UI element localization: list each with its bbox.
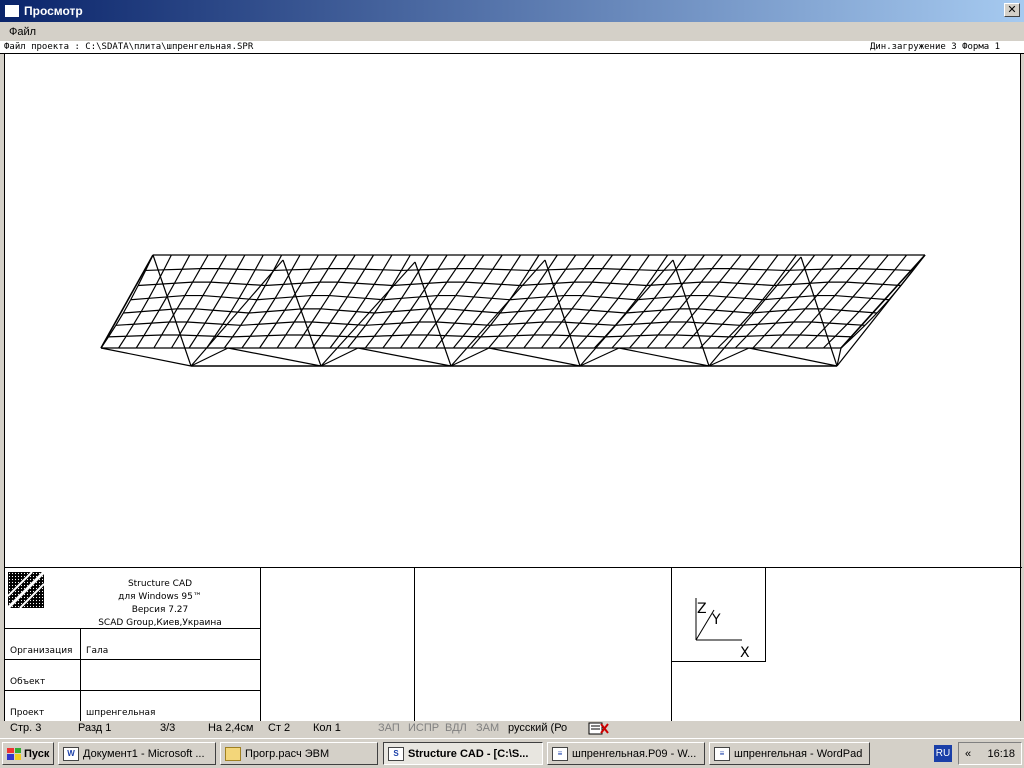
status-position: На 2,4см [208, 722, 254, 734]
status-page: Стр. 3 [10, 722, 42, 734]
taskbar-item-label: Документ1 - Microsoft ... [83, 747, 205, 760]
menu-bar: Файл [0, 22, 1024, 41]
structure-cad-icon: S [388, 746, 404, 761]
language-indicator[interactable]: RU [934, 745, 952, 762]
status-rec: ЗАП [378, 722, 400, 734]
status-section: Разд 1 [78, 722, 112, 734]
project-file-path: Файл проекта : C:\SDATA\плита\шпренгельн… [4, 42, 254, 52]
close-button[interactable]: ✕ [1004, 3, 1020, 17]
wordpad-icon: ≡ [714, 746, 730, 761]
taskbar-item-wordpad-p09[interactable]: ≡ шпренгельная.P09 - W... [547, 742, 705, 765]
program-line: Structure CAD [127, 579, 193, 589]
organization-label: Организация [10, 646, 73, 656]
taskbar: Пуск W Документ1 - Microsoft ... Прогр.р… [0, 738, 1024, 768]
scad-logo [8, 572, 44, 608]
clock: 16:18 [987, 747, 1015, 760]
status-pages-count: 3/3 [160, 722, 176, 734]
object-label: Объект [10, 677, 46, 687]
status-trk: ИСПР [408, 722, 440, 734]
organization-value: Гала [86, 646, 109, 656]
status-language: русский (Ро [508, 722, 568, 734]
folder-icon [225, 746, 241, 761]
status-ext: ВДЛ [445, 722, 467, 734]
start-label: Пуск [24, 747, 50, 760]
taskbar-item-word-document[interactable]: W Документ1 - Microsoft ... [58, 742, 216, 765]
project-label: Проект [10, 708, 45, 718]
taskbar-item-label: Прогр.расч ЭВМ [245, 747, 330, 760]
drawing-canvas[interactable]: Structure CAD для Windows 95™ Версия 7.2… [4, 54, 1022, 721]
project-value: шпренгельная [86, 708, 156, 718]
coordinate-axes-icon: Z Y X [695, 598, 750, 661]
taskbar-item-label: шпренгельная.P09 - W... [572, 747, 697, 760]
axis-y-label: Y [711, 612, 721, 628]
program-line: Версия 7.27 [131, 605, 189, 615]
window-titlebar[interactable]: Просмотр ✕ [0, 0, 1024, 22]
drawing-info-bar: Файл проекта : C:\SDATA\плита\шпренгельн… [0, 41, 1024, 54]
axis-x-label: X [740, 645, 750, 661]
spellcheck-icon [588, 721, 610, 739]
app-window-icon [4, 4, 20, 18]
windows-logo-icon [7, 747, 21, 760]
axis-z-label: Z [697, 601, 707, 617]
program-line: SCAD Group,Киев,Украина [98, 618, 222, 628]
status-ovr: ЗАМ [476, 722, 500, 734]
system-tray: « 16:18 [958, 742, 1022, 765]
taskbar-item-label: Structure CAD - [C:\S... [408, 747, 529, 760]
tray-expand-button[interactable]: « [965, 748, 971, 760]
wordpad-icon: ≡ [552, 746, 568, 761]
program-info: Structure CAD для Windows 95™ Версия 7.2… [65, 578, 255, 630]
title-block: Structure CAD для Windows 95™ Версия 7.2… [5, 567, 1022, 721]
taskbar-item-folder[interactable]: Прогр.расч ЭВМ [220, 742, 378, 765]
status-line: Ст 2 [268, 722, 291, 734]
window-title: Просмотр [24, 4, 83, 18]
status-column: Кол 1 [313, 722, 341, 734]
taskbar-item-structure-cad[interactable]: S Structure CAD - [C:\S... [383, 742, 543, 765]
start-button[interactable]: Пуск [2, 742, 54, 765]
status-bar: Стр. 3 Разд 1 3/3 На 2,4см Ст 2 Кол 1 ЗА… [0, 721, 1024, 738]
truss-slab-wireframe [100, 254, 926, 367]
program-line: для Windows 95™ [118, 592, 202, 602]
taskbar-item-wordpad[interactable]: ≡ шпренгельная - WordPad [709, 742, 870, 765]
taskbar-item-label: шпренгельная - WordPad [734, 747, 863, 760]
word-icon: W [63, 746, 79, 761]
menu-file[interactable]: Файл [8, 26, 37, 38]
load-case-info: Дин.загружение 3 Форма 1 [869, 42, 1000, 52]
